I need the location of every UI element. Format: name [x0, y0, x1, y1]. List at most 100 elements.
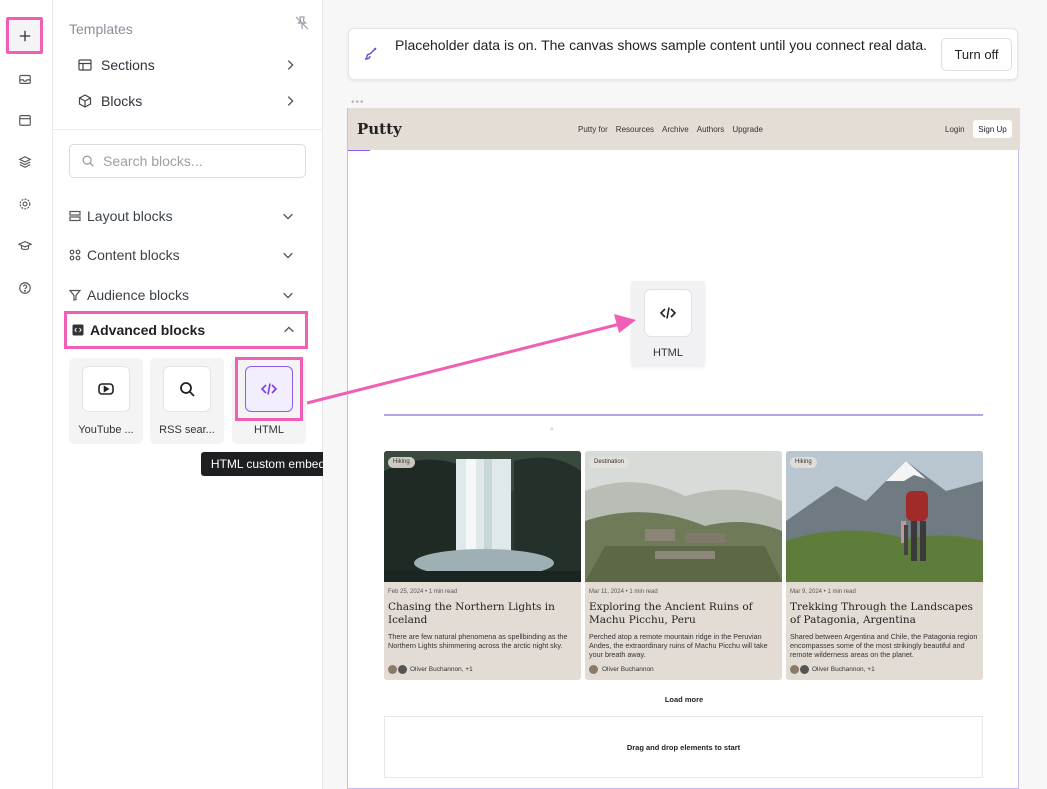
add-icon[interactable] [6, 17, 43, 54]
avatar [388, 665, 397, 674]
post-tag: Hiking [388, 457, 415, 468]
site-header: Putty Putty for Resources Archive Author… [348, 108, 1020, 150]
code-icon [659, 307, 677, 319]
post-author: Oliver Buchannon, +1 [790, 665, 875, 674]
category-label: Advanced blocks [90, 322, 206, 338]
brush-icon [364, 47, 377, 60]
tile-label: RSS sear... [159, 424, 215, 436]
post-card[interactable]: Hiking Feb 25, 2024 • 1 min read Chasing… [384, 451, 581, 680]
calendar-icon[interactable] [10, 105, 40, 135]
grid-icon [69, 249, 81, 261]
nav-blocks-label: Blocks [101, 93, 143, 109]
search-blocks-input[interactable] [103, 153, 283, 169]
avatar [589, 665, 598, 674]
post-title[interactable]: Exploring the Ancient Ruins of Machu Pic… [589, 601, 779, 627]
tile-rss-search[interactable]: RSS sear... [150, 358, 224, 444]
filter-icon [69, 289, 81, 301]
ruins-image [585, 451, 782, 582]
post-meta: Mar 11, 2024 • 1 min read [589, 589, 658, 595]
settings-icon[interactable] [10, 189, 40, 219]
category-advanced-blocks[interactable]: Advanced blocks [64, 311, 308, 349]
site-login[interactable]: Login [945, 125, 965, 134]
site-nav-item[interactable]: Authors [697, 125, 725, 134]
avatar [800, 665, 809, 674]
html-tile-highlight [235, 357, 303, 421]
chevron-down-icon [283, 292, 293, 299]
site-nav: Putty for Resources Archive Authors Upgr… [578, 125, 763, 134]
icon-rail [0, 0, 53, 789]
tile-label: HTML [254, 424, 284, 436]
author-name: Oliver Buchannon, +1 [812, 666, 875, 673]
drag-icon-box [644, 289, 692, 337]
youtube-icon [98, 383, 114, 395]
canvas-page[interactable]: Putty Putty for Resources Archive Author… [347, 108, 1020, 789]
layers-icon[interactable] [10, 147, 40, 177]
tooltip: HTML custom embed [201, 452, 335, 476]
load-more-button[interactable]: Load more [348, 695, 1020, 704]
tile-youtube[interactable]: YouTube ... [69, 358, 143, 444]
chevron-right-icon [287, 96, 294, 106]
site-nav-item[interactable]: Putty for [578, 125, 608, 134]
post-author: Oliver Buchannon, +1 [388, 665, 473, 674]
post-title[interactable]: Trekking Through the Landscapes of Patag… [790, 601, 980, 627]
post-card[interactable]: Destination Mar 11, 2024 • 1 min read Ex… [585, 451, 782, 680]
drop-indicator [384, 414, 983, 416]
post-meta: Feb 25, 2024 • 1 min read [388, 589, 458, 595]
turn-off-button[interactable]: Turn off [941, 38, 1012, 71]
site-nav-item[interactable]: Archive [662, 125, 689, 134]
category-layout-blocks[interactable]: Layout blocks [69, 205, 295, 227]
drag-handle[interactable]: ••• [351, 98, 365, 108]
post-excerpt: Shared between Argentina and Chile, the … [790, 632, 978, 659]
post-card[interactable]: Hiking Mar 9, 2024 • 1 min read Trekking… [786, 451, 983, 680]
inbox-icon[interactable] [10, 64, 40, 94]
cube-icon [78, 94, 92, 108]
post-excerpt: There are few natural phenomena as spell… [388, 632, 568, 650]
post-author: Oliver Buchannon [589, 665, 654, 674]
post-title[interactable]: Chasing the Northern Lights in Iceland [388, 601, 578, 627]
tile-icon-box [82, 366, 130, 412]
mini-search-icon: ⌕ [550, 426, 554, 433]
mountain-image [786, 451, 983, 582]
category-content-blocks[interactable]: Content blocks [69, 244, 295, 266]
category-label: Audience blocks [87, 287, 189, 303]
tile-icon-box [163, 366, 211, 412]
post-tag: Destination [589, 457, 630, 468]
nav-blocks[interactable]: Blocks [77, 89, 297, 113]
templates-title: Templates [69, 21, 133, 37]
code-square-icon [72, 324, 84, 336]
category-label: Content blocks [87, 247, 180, 263]
dragged-html-block[interactable]: HTML [631, 281, 705, 367]
notice-text: Placeholder data is on. The canvas shows… [395, 37, 928, 53]
chevron-right-icon [287, 60, 294, 70]
nav-sections[interactable]: Sections [77, 53, 297, 77]
chevron-down-icon [283, 252, 293, 259]
author-name: Oliver Buchannon [602, 666, 654, 673]
drag-label: HTML [653, 347, 683, 359]
help-icon[interactable] [10, 273, 40, 303]
category-audience-blocks[interactable]: Audience blocks [69, 284, 295, 306]
chevron-down-icon [283, 213, 293, 220]
site-nav-item[interactable]: Resources [616, 125, 654, 134]
placeholder-notice: Placeholder data is on. The canvas shows… [348, 28, 1018, 80]
search-blocks-field[interactable] [69, 144, 306, 178]
post-meta: Mar 9, 2024 • 1 min read [790, 589, 856, 595]
search-icon [180, 382, 195, 397]
table-icon [78, 59, 92, 71]
site-nav-item[interactable]: Upgrade [732, 125, 763, 134]
site-signup-button[interactable]: Sign Up [973, 120, 1012, 138]
search-icon [82, 155, 94, 167]
nav-sections-label: Sections [101, 57, 155, 73]
site-brand[interactable]: Putty [357, 120, 402, 138]
avatar [398, 665, 407, 674]
blocks-panel: Templates Sections Blocks Layout blocks … [53, 0, 335, 789]
waterfall-image [384, 451, 581, 582]
post-tag: Hiking [790, 457, 817, 468]
post-excerpt: Perched atop a remote mountain ridge in … [589, 632, 768, 659]
avatar [790, 665, 799, 674]
pin-off-icon[interactable] [294, 15, 310, 31]
dropzone[interactable]: Drag and drop elements to start [384, 716, 983, 778]
graduation-cap-icon[interactable] [10, 231, 40, 261]
author-name: Oliver Buchannon, +1 [410, 666, 473, 673]
tile-label: YouTube ... [78, 424, 134, 436]
category-label: Layout blocks [87, 208, 173, 224]
